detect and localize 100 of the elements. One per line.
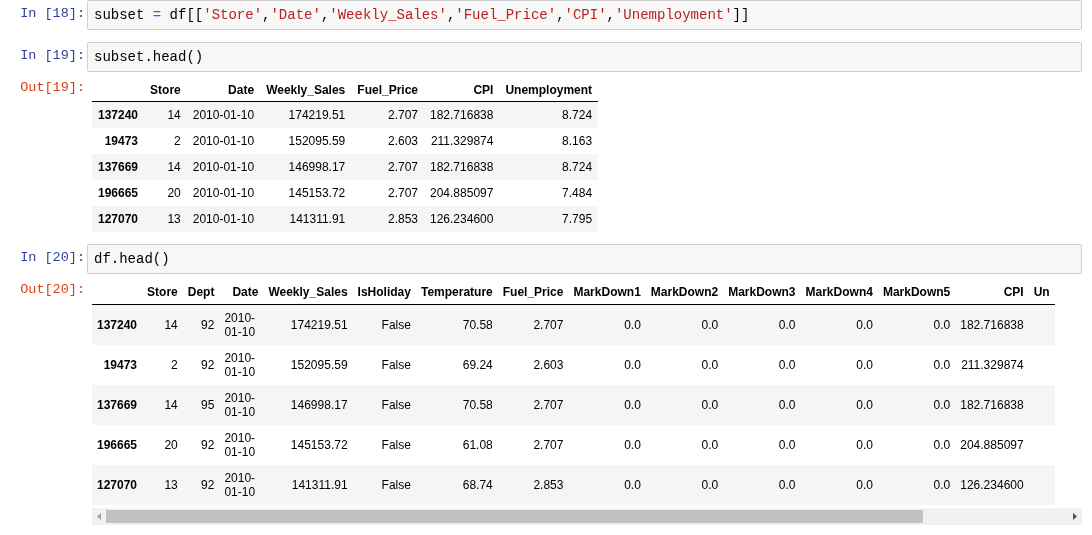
table-cell: 8.724 <box>499 101 599 128</box>
column-header: MarkDown3 <box>723 280 801 305</box>
table-cell: 8.163 <box>499 128 599 154</box>
table-cell: 182.716838 <box>424 101 500 128</box>
row-index: 19473 <box>92 345 143 385</box>
row-index: 196665 <box>92 180 145 206</box>
table-cell: 0.0 <box>800 345 878 385</box>
column-header: Date <box>186 78 261 102</box>
column-header: Store <box>144 78 187 102</box>
table-cell: 7.795 <box>499 206 599 232</box>
code-cell[interactable]: subset = df[['Store','Date','Weekly_Sales','Fuel_Price','CPI','Unemployment']] <box>87 0 1082 30</box>
table-cell: 92 <box>182 345 220 385</box>
table-cell: 2.707 <box>351 180 424 206</box>
code-cell[interactable]: df.head() <box>87 244 1082 274</box>
column-header: Store <box>142 280 183 305</box>
table-cell: 14 <box>142 385 183 425</box>
table-cell: 0.0 <box>877 385 956 425</box>
table-cell: 211.329874 <box>955 345 1029 385</box>
column-header: CPI <box>955 280 1029 305</box>
table-cell: 182.716838 <box>955 304 1029 345</box>
row-index: 19473 <box>92 128 145 154</box>
table-cell: 2.707 <box>497 425 569 465</box>
table-cell: 68.74 <box>415 465 498 505</box>
table-cell: 0.0 <box>723 385 801 425</box>
column-header: Dept <box>182 280 220 305</box>
table-cell: 92 <box>182 425 220 465</box>
table-cell: 13 <box>144 206 187 232</box>
input-prompt: In [19]: <box>20 48 85 63</box>
table-cell: 0.0 <box>645 385 724 425</box>
row-index: 137669 <box>92 385 143 425</box>
table-cell: 2.853 <box>351 206 424 232</box>
column-header: Weekly_Sales <box>260 78 352 102</box>
column-header: MarkDown2 <box>645 280 724 305</box>
table-cell: 126.234600 <box>955 465 1029 505</box>
table-cell: 174219.51 <box>263 304 353 345</box>
table-cell: 2.707 <box>497 304 569 345</box>
table-cell: 204.885097 <box>955 425 1029 465</box>
table-cell: 14 <box>144 101 187 128</box>
table-cell: 0.0 <box>877 425 956 465</box>
table-cell: 61.08 <box>415 425 498 465</box>
table-cell: False <box>352 425 416 465</box>
table-cell: 69.24 <box>415 345 498 385</box>
table-cell: 0.0 <box>800 465 878 505</box>
table-cell: 0.0 <box>877 304 956 345</box>
column-header: Date <box>219 280 264 305</box>
row-index: 196665 <box>92 425 143 465</box>
row-index: 137240 <box>92 101 145 128</box>
column-header: Unemployment <box>499 78 599 102</box>
table-cell: 0.0 <box>877 465 956 505</box>
table-cell: 0.0 <box>723 345 801 385</box>
column-header: MarkDown4 <box>800 280 878 305</box>
table-cell: 2010-01-10 <box>219 465 264 505</box>
table-cell: 2.707 <box>497 385 569 425</box>
table-cell: False <box>352 345 416 385</box>
horizontal-scrollbar[interactable] <box>92 508 1082 525</box>
table-cell: 20 <box>142 425 183 465</box>
table-cell: 0.0 <box>800 425 878 465</box>
table-cell: 2010-01-10 <box>186 101 261 128</box>
column-header: Fuel_Price <box>351 78 424 102</box>
row-index: 127070 <box>92 206 145 232</box>
table-cell: 152095.59 <box>260 128 352 154</box>
column-header: Fuel_Price <box>497 280 569 305</box>
code-cell[interactable]: subset.head() <box>87 42 1082 72</box>
table-cell: 7.484 <box>499 180 599 206</box>
table-cell: 2.603 <box>497 345 569 385</box>
table-cell: 2010-01-10 <box>186 154 261 180</box>
column-header: MarkDown1 <box>568 280 646 305</box>
table-cell: 174219.51 <box>260 101 352 128</box>
column-header: Un <box>1028 280 1055 305</box>
table-cell: 20 <box>144 180 187 206</box>
table-cell: 0.0 <box>645 425 724 465</box>
table-cell: 0.0 <box>723 425 801 465</box>
table-cell: 2010-01-10 <box>219 304 264 345</box>
table-cell: 0.0 <box>568 304 646 345</box>
table-cell: 70.58 <box>415 304 498 345</box>
table-cell: 152095.59 <box>263 345 353 385</box>
table-cell: False <box>352 465 416 505</box>
table-cell: 2010-01-10 <box>219 345 264 385</box>
table-cell: 2.707 <box>351 154 424 180</box>
table-cell: 14 <box>144 154 187 180</box>
table-cell: 0.0 <box>568 345 646 385</box>
table-cell: 2010-01-10 <box>219 425 264 465</box>
row-index: 137240 <box>92 304 143 345</box>
table-cell: 0.0 <box>800 385 878 425</box>
table-cell: False <box>352 385 416 425</box>
table-cell: 146998.17 <box>260 154 352 180</box>
table-cell: 204.885097 <box>424 180 500 206</box>
table-cell: 2010-01-10 <box>186 128 261 154</box>
column-header: Weekly_Sales <box>263 280 353 305</box>
table-cell: 211.329874 <box>424 128 500 154</box>
column-header: CPI <box>424 78 500 102</box>
table-cell: 141311.91 <box>260 206 352 232</box>
table-cell: 2010-01-10 <box>219 385 264 425</box>
row-index: 127070 <box>92 465 143 505</box>
table-cell: 2.853 <box>497 465 569 505</box>
table-cell: 8.724 <box>499 154 599 180</box>
table-cell: 0.0 <box>645 465 724 505</box>
column-header: Temperature <box>415 280 498 305</box>
table-cell: 0.0 <box>645 304 724 345</box>
table-cell: 0.0 <box>723 304 801 345</box>
